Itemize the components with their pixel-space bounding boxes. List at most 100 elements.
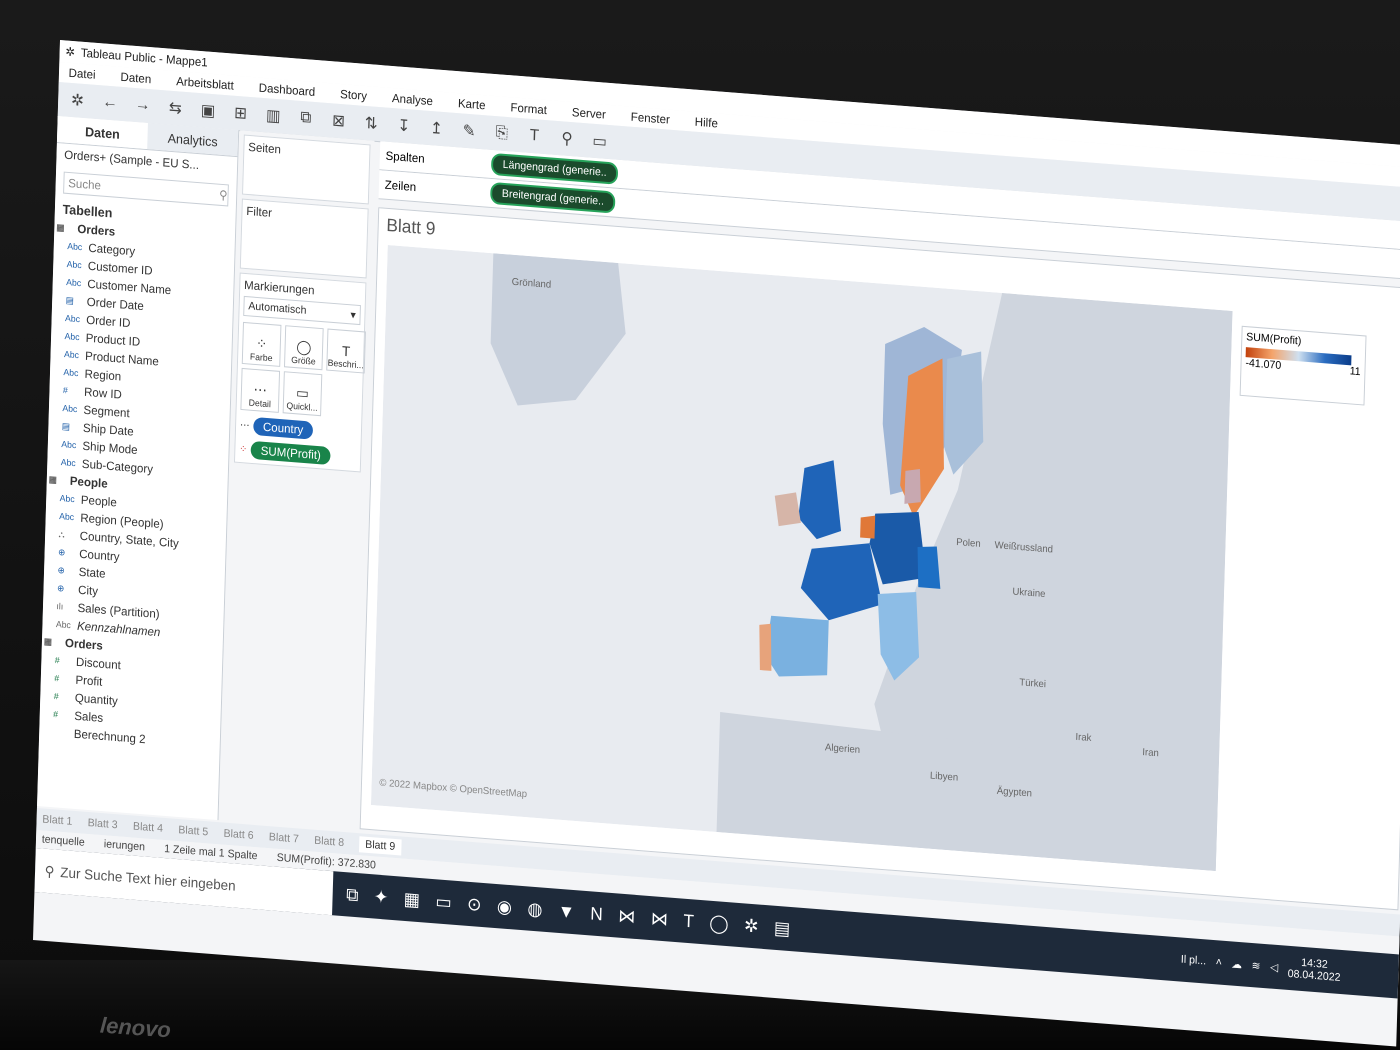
clock[interactable]: 14:32 08.04.2022 bbox=[1287, 956, 1341, 984]
duplicate-icon[interactable]: ⧉ bbox=[296, 109, 316, 129]
menu-item[interactable]: Daten bbox=[120, 70, 151, 86]
label-icon[interactable]: T bbox=[525, 126, 545, 146]
present-icon[interactable]: ▭ bbox=[590, 131, 610, 153]
orders-field-list: Abc Category Abc Customer ID Abc Customer Nam… bbox=[47, 236, 235, 484]
field-label: Product ID bbox=[85, 330, 141, 349]
clear-icon[interactable]: ⊠ bbox=[329, 110, 349, 131]
abc-icon: Abc bbox=[61, 439, 77, 451]
vscode-icon[interactable]: ⋈ bbox=[618, 905, 636, 927]
color-legend[interactable]: SUM(Profit) -41.070 11 bbox=[1239, 325, 1367, 406]
sheet-tab[interactable]: Blatt 9 bbox=[359, 836, 402, 856]
back-icon[interactable]: ← bbox=[100, 93, 120, 113]
search-placeholder: Suche bbox=[68, 175, 102, 193]
number-icon: # bbox=[54, 655, 60, 666]
menu-item[interactable]: Fenster bbox=[631, 110, 670, 127]
brave-icon[interactable]: ▼ bbox=[558, 900, 576, 922]
field-label: People bbox=[80, 492, 117, 510]
notion-icon[interactable]: N bbox=[590, 903, 603, 925]
filters-card[interactable]: Filter bbox=[239, 198, 369, 279]
cloud-icon[interactable]: ☁ bbox=[1231, 957, 1242, 971]
mark-button[interactable]: ▭ Quickl... bbox=[282, 371, 323, 417]
filters-title: Filter bbox=[246, 203, 273, 220]
slides-icon[interactable]: ▤ bbox=[774, 917, 791, 939]
teams-icon[interactable]: T bbox=[683, 910, 694, 932]
menu-item[interactable]: Karte bbox=[458, 96, 486, 112]
sheet-tab[interactable]: Blatt 7 bbox=[269, 831, 299, 845]
mark-type-value: Automatisch bbox=[248, 300, 307, 317]
chart-icon[interactable]: ▥ bbox=[263, 105, 283, 127]
number-icon: # bbox=[54, 673, 60, 684]
sheet-tab[interactable]: Blatt 3 bbox=[88, 817, 118, 831]
app-icon[interactable]: ✦ bbox=[374, 886, 389, 908]
sheet-tab[interactable]: Blatt 5 bbox=[178, 824, 208, 838]
forward-icon[interactable]: → bbox=[133, 96, 153, 116]
chrome-icon[interactable]: ◉ bbox=[497, 896, 513, 918]
swap-icon[interactable]: ⇅ bbox=[361, 113, 381, 135]
table-name: Orders bbox=[77, 221, 116, 239]
profit-pill[interactable]: SUM(Profit) bbox=[250, 440, 331, 466]
sheet-tab[interactable]: Blatt 6 bbox=[223, 828, 253, 842]
explorer-icon[interactable]: ▭ bbox=[435, 891, 452, 913]
data-source-icon[interactable]: ⇆ bbox=[165, 97, 185, 119]
field-label: Discount bbox=[75, 654, 122, 673]
abc-icon: Abc bbox=[60, 457, 76, 469]
abc-icon: Abc bbox=[59, 493, 75, 505]
bin-icon: ılı bbox=[56, 601, 64, 612]
sheet-tab[interactable]: Blatt 8 bbox=[314, 835, 344, 849]
sort-desc-icon[interactable]: ↥ bbox=[427, 118, 447, 140]
field-label: Sales bbox=[74, 708, 104, 725]
latitude-pill[interactable]: Breitengrad (generie.. bbox=[490, 181, 616, 214]
filled-map[interactable]: Grönland Polen Weißrussland Ukraine Türk… bbox=[370, 245, 1233, 872]
country-pill[interactable]: Country bbox=[253, 416, 314, 440]
mark-button-label: Farbe bbox=[249, 351, 273, 364]
speaker-icon[interactable]: ◁ bbox=[1270, 960, 1279, 974]
chat-icon[interactable]: ◯ bbox=[709, 912, 729, 935]
country-denmark[interactable] bbox=[904, 468, 921, 505]
sheet-tab[interactable]: Blatt 4 bbox=[133, 821, 163, 835]
menu-item[interactable]: Dashboard bbox=[259, 81, 316, 99]
chevron-up-icon[interactable]: ˄ bbox=[1216, 956, 1223, 968]
sort-asc-icon[interactable]: ↧ bbox=[394, 115, 414, 137]
store-icon[interactable]: ▦ bbox=[403, 888, 420, 910]
detail-icon: ⋯ bbox=[239, 419, 250, 432]
menu-item[interactable]: Analyse bbox=[392, 91, 433, 108]
pages-title: Seiten bbox=[248, 139, 282, 157]
mark-button[interactable]: ⁘ Farbe bbox=[241, 321, 282, 367]
abc-icon: Abc bbox=[67, 241, 83, 253]
lock-icon[interactable]: ⊙ bbox=[467, 893, 482, 915]
menu-item[interactable]: Server bbox=[572, 105, 606, 122]
tableau-logo-icon[interactable]: ✲ bbox=[68, 90, 88, 112]
pages-card[interactable]: Seiten bbox=[242, 134, 371, 205]
highlight-icon[interactable]: ✎ bbox=[459, 120, 479, 142]
menu-item[interactable]: Datei bbox=[68, 66, 95, 82]
task-view-icon[interactable]: ⧉ bbox=[346, 884, 359, 906]
visual-studio-icon[interactable]: ⋈ bbox=[650, 908, 669, 930]
mark-button[interactable]: T Beschri... bbox=[326, 328, 366, 374]
wifi-icon[interactable]: ≋ bbox=[1251, 959, 1260, 973]
menu-item[interactable]: Arbeitsblatt bbox=[176, 74, 234, 93]
table-icon: ▦ bbox=[43, 635, 53, 647]
menu-item[interactable]: Story bbox=[340, 87, 367, 103]
menu-item[interactable]: Hilfe bbox=[695, 115, 718, 131]
weather-text[interactable]: Il pl... bbox=[1181, 954, 1207, 968]
pin-icon[interactable]: ⚲ bbox=[557, 128, 577, 150]
mark-type-dropdown[interactable]: Automatisch ▾ bbox=[243, 295, 361, 326]
sheet-tab[interactable]: Blatt 1 bbox=[42, 813, 72, 827]
firefox-icon[interactable]: ◍ bbox=[527, 898, 543, 920]
tableau-taskbar-icon[interactable]: ✲ bbox=[744, 915, 759, 937]
country-portugal[interactable] bbox=[758, 623, 773, 671]
mark-button[interactable]: ◯ Größe bbox=[284, 325, 324, 371]
country-netherlands[interactable] bbox=[860, 515, 876, 539]
size-icon: ◯ bbox=[296, 338, 312, 356]
menu-item[interactable]: Format bbox=[510, 100, 547, 117]
new-sheet-icon[interactable]: ⊞ bbox=[231, 103, 251, 125]
attach-icon[interactable]: ⎘ bbox=[492, 124, 512, 143]
mark-button[interactable]: ⋯ Detail bbox=[240, 367, 281, 413]
columns-label: Spalten bbox=[385, 148, 425, 166]
tableau-window: ✲ Tableau Public - Mappe1 Datei Daten Arbe… bbox=[33, 40, 1400, 1047]
abc-icon: Abc bbox=[62, 403, 78, 415]
status-source: tenquelle bbox=[41, 833, 85, 849]
tooltip-icon: ▭ bbox=[295, 384, 310, 402]
status-marks: ierungen bbox=[103, 838, 146, 854]
save-icon[interactable]: ▣ bbox=[198, 100, 218, 122]
